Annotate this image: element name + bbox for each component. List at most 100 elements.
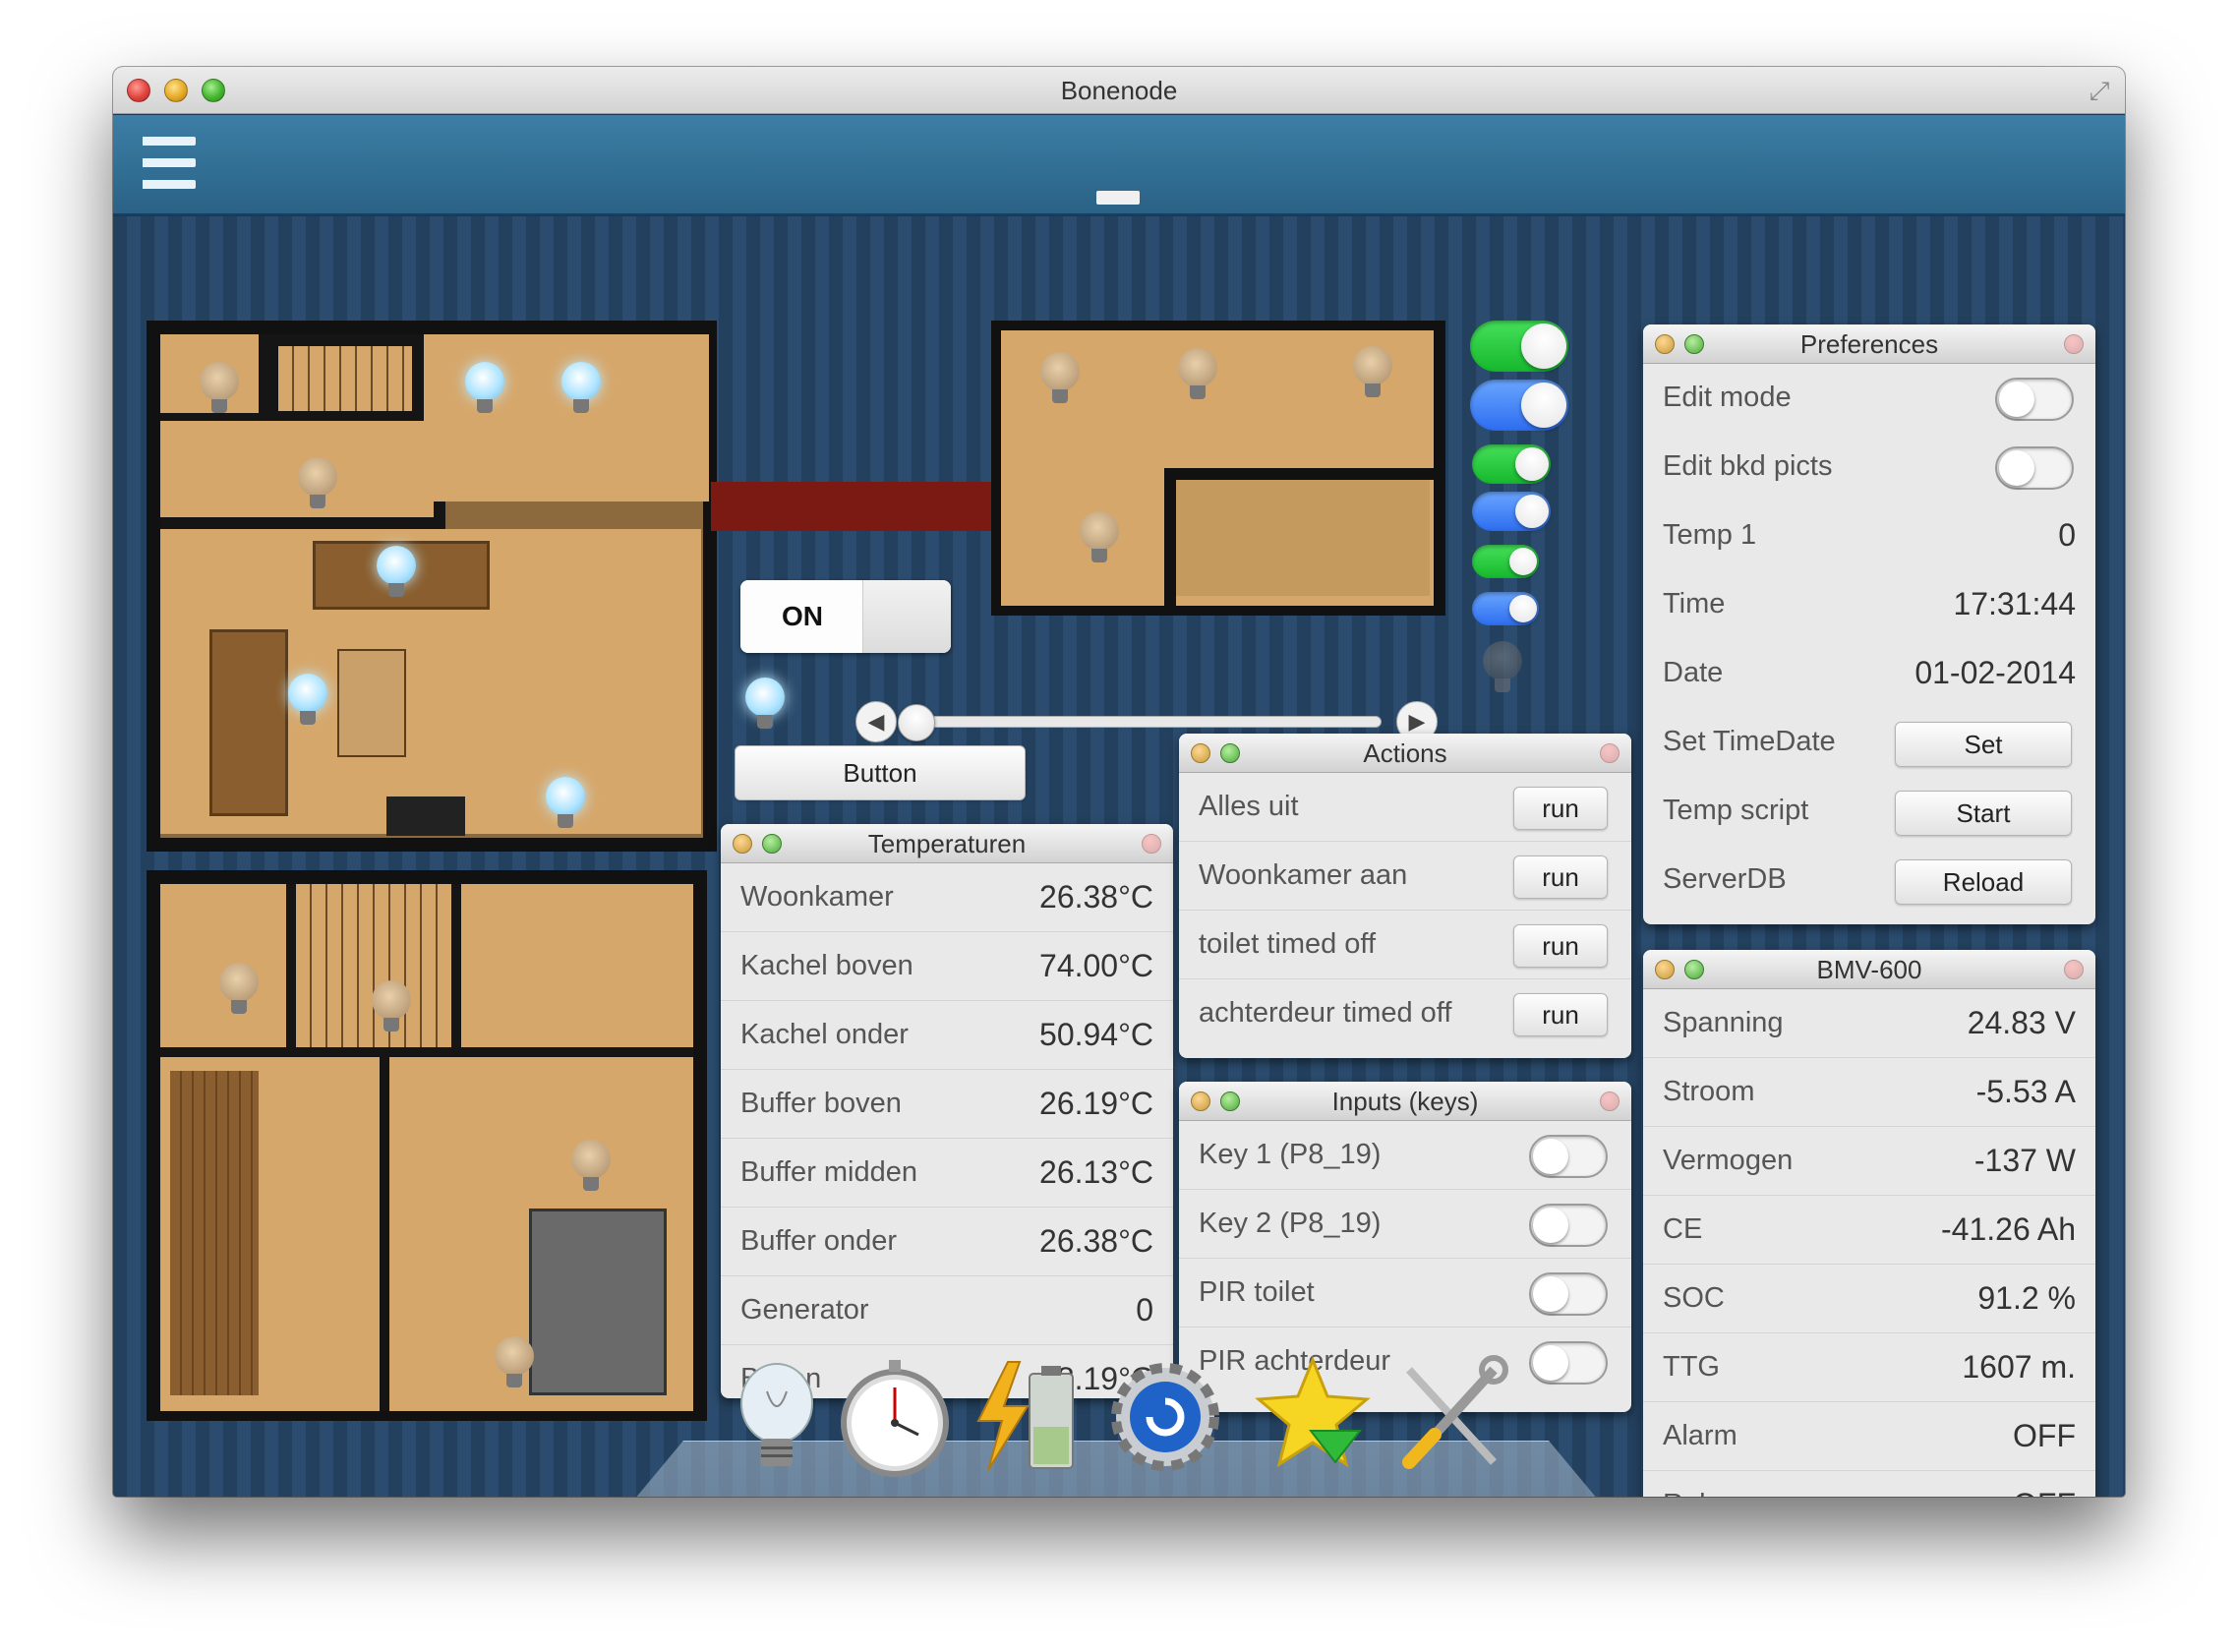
list-item: Key 2 (P8_19) xyxy=(1179,1190,1631,1259)
input-state-toggle[interactable] xyxy=(1529,1272,1608,1316)
menu-list-icon[interactable] xyxy=(143,137,196,190)
fullscreen-icon[interactable]: ⤢ xyxy=(2086,77,2113,104)
on-label: ON xyxy=(740,580,862,653)
lamp-off[interactable] xyxy=(495,1336,534,1391)
start-script-button[interactable]: Start xyxy=(1895,791,2072,836)
panel-header: Actions xyxy=(1179,734,1631,773)
table xyxy=(337,649,406,757)
reload-serverdb-button[interactable]: Reload xyxy=(1895,859,2072,905)
lamp-off[interactable] xyxy=(298,457,337,512)
list-item: Alles uit run xyxy=(1179,773,1631,842)
time-row: Time 17:31:44 xyxy=(1663,586,2076,621)
list-item: RelayOFF xyxy=(1643,1471,2095,1497)
list-item: Vermogen -137 W xyxy=(1643,1127,2095,1196)
list-item: Buffer onder 26.38°C xyxy=(721,1208,1173,1276)
list-item: achterdeur timed off run xyxy=(1179,979,1631,1048)
room xyxy=(461,884,693,1059)
list-item: Woonkamer 26.38°C xyxy=(721,863,1173,932)
temperatures-panel: Temperaturen Woonkamer 26.38°C Kachel bov… xyxy=(721,824,1173,1398)
floorplan-ground-floor xyxy=(147,321,1006,852)
date-row: Date 01-02-2014 xyxy=(1663,655,2076,690)
collapse-bar-icon[interactable] xyxy=(1096,191,1140,205)
tools-icon[interactable] xyxy=(1391,1352,1509,1480)
list-item: Woonkamer aan run xyxy=(1179,842,1631,911)
list-item: Generator 0 xyxy=(721,1276,1173,1345)
title-bar: Bonenode ⤢ xyxy=(113,67,2125,114)
list-item: SOC 91.2 % xyxy=(1643,1265,2095,1333)
edit-bkd-picts-row: Edit bkd picts xyxy=(1643,433,2095,502)
window-title: Bonenode xyxy=(1060,76,1178,105)
serverdb-row: ServerDB Reload xyxy=(1643,846,2095,914)
input-state-toggle[interactable] xyxy=(1529,1341,1608,1385)
set-timedate-button[interactable]: Set xyxy=(1895,722,2072,767)
toggle-switch-blue[interactable] xyxy=(1472,592,1539,625)
panel-title: Inputs (keys) xyxy=(1331,1087,1479,1116)
list-item: TTG 1607 m. xyxy=(1643,1333,2095,1402)
star-favorite-icon[interactable] xyxy=(1254,1352,1372,1480)
temp-script-row: Temp script Start xyxy=(1643,777,2095,846)
input-state-toggle[interactable] xyxy=(1529,1135,1608,1178)
list-item: Alarm OFF xyxy=(1643,1402,2095,1471)
temp1-row: Temp 10 xyxy=(1663,517,2076,553)
panel-header: BMV-600 xyxy=(1643,950,2095,989)
lamp-off[interactable] xyxy=(372,980,411,1035)
panel-title: Temperaturen xyxy=(867,829,1027,858)
lamp-on[interactable] xyxy=(561,362,601,417)
lamp-off[interactable] xyxy=(1080,511,1119,566)
dimmer-slider-thumb[interactable] xyxy=(898,704,935,741)
panel-header: Preferences xyxy=(1643,324,2095,364)
app-window: Bonenode ⤢ ON ◀ ▶ Button Temperaturen Wo… xyxy=(113,67,2125,1497)
panel-header: Temperaturen xyxy=(721,824,1173,863)
stopwatch-icon[interactable] xyxy=(836,1352,954,1480)
list-item: Buffer midden 26.13°C xyxy=(721,1139,1173,1208)
lamp-on[interactable] xyxy=(288,674,327,729)
lamp-off[interactable] xyxy=(200,362,239,417)
lamp-on[interactable] xyxy=(546,777,585,832)
actions-panel: Actions Alles uit run Woonkamer aan run to… xyxy=(1179,734,1631,1058)
list-item: Buffer boven 26.19°C xyxy=(721,1070,1173,1139)
toggle-switch-blue[interactable] xyxy=(1472,492,1551,531)
run-button[interactable]: run xyxy=(1513,787,1608,830)
list-item: Stroom -5.53 A xyxy=(1643,1058,2095,1127)
toggle-switch-green[interactable] xyxy=(1470,321,1568,372)
edit-mode-toggle[interactable] xyxy=(1995,378,2074,421)
input-state-toggle[interactable] xyxy=(1529,1204,1608,1247)
sofa xyxy=(209,629,288,816)
list-item: toilet timed off run xyxy=(1179,911,1631,979)
lamp-off[interactable] xyxy=(219,963,259,1018)
toggle-switch-blue[interactable] xyxy=(1470,380,1568,431)
generic-button[interactable]: Button xyxy=(735,745,1026,800)
battery-icon[interactable] xyxy=(969,1352,1087,1480)
list-item: Spanning 24.83 V xyxy=(1643,989,2095,1058)
lamp-off[interactable] xyxy=(1040,352,1080,407)
list-item: Key 1 (P8_19) xyxy=(1179,1121,1631,1190)
lamp-off[interactable] xyxy=(1178,348,1217,403)
floorplan-annex xyxy=(991,321,1445,616)
bmv600-panel: BMV-600 Spanning 24.83 V Stroom -5.53 A Ve… xyxy=(1643,950,2095,1497)
kitchen-counter xyxy=(711,482,1006,531)
stove xyxy=(386,796,465,836)
set-timedate-row: Set TimeDate Set xyxy=(1643,708,2095,777)
lamp-off[interactable] xyxy=(571,1140,611,1195)
run-button[interactable]: run xyxy=(1513,993,1608,1036)
panel-header: Inputs (keys) xyxy=(1179,1082,1631,1121)
dashboard-stage: ON ◀ ▶ Button Temperaturen Woonkamer 26.3… xyxy=(113,216,2125,1497)
lamp-on[interactable] xyxy=(377,546,416,601)
floorplan-first-floor xyxy=(147,870,707,1421)
room xyxy=(424,334,709,502)
lamp-off[interactable] xyxy=(1483,641,1522,696)
lamp-on[interactable] xyxy=(745,678,785,733)
lamp-off[interactable] xyxy=(1353,346,1392,401)
toggle-switch-green[interactable] xyxy=(1472,545,1539,578)
lamp-on[interactable] xyxy=(465,362,504,417)
run-button[interactable]: run xyxy=(1513,856,1608,899)
refresh-gear-icon[interactable] xyxy=(1106,1352,1224,1480)
dimmer-slider-track[interactable] xyxy=(910,716,1382,728)
on-off-switch[interactable]: ON xyxy=(740,580,951,653)
lightbulb-icon[interactable] xyxy=(718,1352,836,1480)
list-item: CE -41.26 Ah xyxy=(1643,1196,2095,1265)
slider-decrease-button[interactable]: ◀ xyxy=(855,701,897,742)
toggle-switch-green[interactable] xyxy=(1472,444,1551,484)
run-button[interactable]: run xyxy=(1513,924,1608,968)
edit-bkd-picts-toggle[interactable] xyxy=(1995,446,2074,490)
